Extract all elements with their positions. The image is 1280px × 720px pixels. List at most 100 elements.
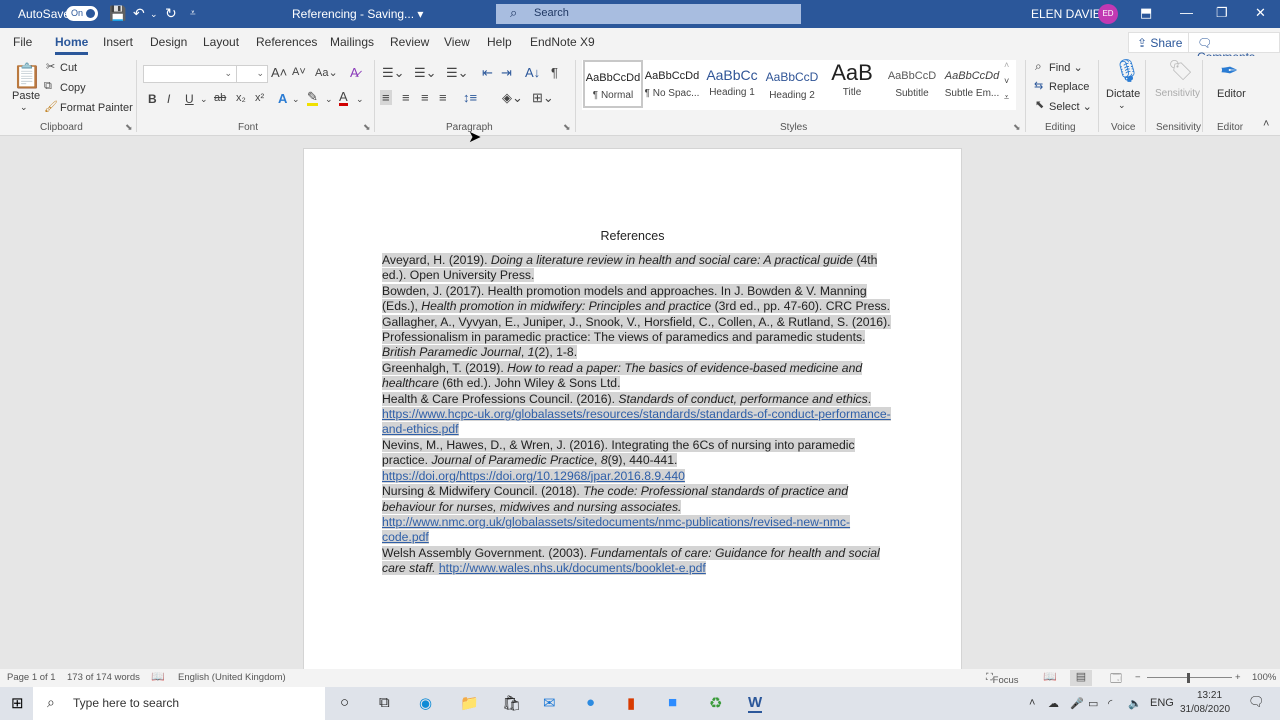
comments-button[interactable]: 🗨 Comments <box>1188 32 1280 64</box>
read-mode-icon[interactable]: 📖 <box>1043 670 1057 683</box>
paste-icon[interactable]: 📋 <box>12 62 42 91</box>
customize-toolbar-icon[interactable]: ⩡ <box>190 8 196 19</box>
reference-link[interactable]: https://doi.org/https://doi.org/10.12968… <box>382 469 685 483</box>
ribbon-display-options-icon[interactable]: ⬒ <box>1140 5 1152 21</box>
undo-dropdown-icon[interactable]: ⌄ <box>150 9 158 20</box>
tab-help[interactable]: Help <box>487 35 512 49</box>
paragraph-launcher-icon[interactable]: ⬊ <box>563 122 571 133</box>
minimize-icon[interactable]: — <box>1180 5 1193 20</box>
word-count[interactable]: 173 of 174 words <box>67 672 140 683</box>
wifi-icon[interactable]: ◜ <box>1108 697 1112 710</box>
reference-link[interactable]: https://www.hcpc-uk.org/globalassets/res… <box>382 407 891 436</box>
format-painter-button[interactable]: Format Painter <box>60 102 133 114</box>
styles-more-icon[interactable]: ⩡ <box>1004 92 1009 103</box>
clock-date[interactable]: 31/08/2020 <box>1180 704 1230 715</box>
restore-icon[interactable]: ❐ <box>1216 5 1228 21</box>
numbering-icon[interactable]: ☰⌄ <box>414 65 437 81</box>
line-spacing-icon[interactable]: ↕≡ <box>463 90 477 105</box>
clipboard-launcher-icon[interactable]: ⬊ <box>125 122 133 133</box>
style-subtle-emphasis[interactable]: AaBbCcDd Subtle Em... <box>942 60 1002 108</box>
endnote-icon[interactable]: ♻ <box>709 694 722 712</box>
word-taskbar-icon[interactable]: W <box>748 694 763 713</box>
edge-icon[interactable]: ◉ <box>419 694 432 712</box>
document-page[interactable]: References Aveyard, H. (2019). Doing a l… <box>303 148 962 678</box>
notifications-icon[interactable]: 🗨 <box>1248 694 1265 710</box>
undo-icon[interactable]: ↶ <box>133 5 145 22</box>
replace-button[interactable]: Replace <box>1049 81 1089 93</box>
style-title[interactable]: AaB Title <box>822 60 882 108</box>
proofing-icon[interactable]: 📖 <box>151 670 165 683</box>
bold-icon[interactable]: B <box>148 92 157 106</box>
borders-icon[interactable]: ⊞⌄ <box>532 90 554 106</box>
dictate-dropdown-icon[interactable]: ⌄ <box>1118 100 1126 111</box>
microphone-tray-icon[interactable]: 🎤 <box>1070 697 1084 710</box>
decrease-indent-icon[interactable]: ⇤ <box>482 65 493 81</box>
store-icon[interactable]: 🛍 <box>502 694 521 712</box>
tab-endnote[interactable]: EndNote X9 <box>530 35 595 49</box>
bullets-icon[interactable]: ☰⌄ <box>382 65 405 81</box>
document-title[interactable]: Referencing - Saving... ▾ <box>292 7 423 21</box>
print-layout-icon[interactable]: ▤ <box>1070 670 1092 686</box>
tab-references[interactable]: References <box>256 35 317 49</box>
close-icon[interactable]: ✕ <box>1255 5 1266 21</box>
highlight-dropdown-icon[interactable]: ⌄ <box>325 94 333 105</box>
paste-button[interactable]: Paste <box>12 90 40 102</box>
file-explorer-icon[interactable]: 📁 <box>460 694 479 712</box>
increase-indent-icon[interactable]: ⇥ <box>501 65 512 81</box>
highlight-icon[interactable]: ✎ <box>307 90 318 106</box>
text-effects-dropdown-icon[interactable]: ⌄ <box>292 94 300 105</box>
align-right-icon[interactable]: ≡ <box>421 90 429 105</box>
style-heading-2[interactable]: AaBbCcD Heading 2 <box>762 60 822 108</box>
save-icon[interactable]: 💾 <box>109 5 126 22</box>
app-icon[interactable]: ● <box>586 694 595 711</box>
tab-design[interactable]: Design <box>150 35 187 49</box>
text-effects-icon[interactable]: A <box>278 91 287 106</box>
sort-icon[interactable]: A↓ <box>525 65 540 80</box>
input-language[interactable]: ENG <box>1150 697 1174 709</box>
show-formatting-icon[interactable]: ¶ <box>551 65 558 80</box>
align-left-icon[interactable]: ≡ <box>380 90 392 105</box>
tab-insert[interactable]: Insert <box>103 35 133 49</box>
tab-layout[interactable]: Layout <box>203 35 239 49</box>
task-view-icon[interactable]: ⧉ <box>379 694 390 711</box>
sensitivity-button[interactable]: Sensitivity <box>1155 88 1200 99</box>
shrink-font-icon[interactable]: A˅ <box>292 66 306 78</box>
mail-icon[interactable]: ✉ <box>543 694 556 712</box>
cortana-icon[interactable]: ○ <box>340 694 349 711</box>
style-subtitle[interactable]: AaBbCcD Subtitle <box>882 60 942 108</box>
search-input[interactable]: ⌕ Search <box>496 4 801 24</box>
office-icon[interactable]: ▮ <box>627 694 635 712</box>
style-heading-1[interactable]: AaBbCc Heading 1 <box>702 60 762 108</box>
underline-dropdown-icon[interactable]: ⌄ <box>200 94 208 105</box>
font-color-dropdown-icon[interactable]: ⌄ <box>356 94 364 105</box>
taskbar-search-input[interactable]: ⌕ Type here to search <box>33 687 325 720</box>
onedrive-icon[interactable]: ☁ <box>1048 697 1059 710</box>
redo-icon[interactable]: ↻ <box>165 5 177 22</box>
italic-icon[interactable]: I <box>167 92 170 106</box>
font-color-icon[interactable]: A <box>339 90 348 106</box>
select-button[interactable]: Select ⌄ <box>1049 100 1092 113</box>
style-no-spacing[interactable]: AaBbCcDd ¶ No Spac... <box>642 60 702 108</box>
share-button[interactable]: ⇪ Share <box>1128 32 1192 53</box>
autosave-toggle[interactable]: On <box>66 6 98 21</box>
volume-icon[interactable]: 🔈 <box>1128 697 1142 710</box>
paste-dropdown-icon[interactable]: ⌄ <box>20 102 28 113</box>
grow-font-icon[interactable]: A˄ <box>271 65 287 80</box>
font-launcher-icon[interactable]: ⬊ <box>363 122 371 133</box>
zoom-slider-thumb[interactable] <box>1187 673 1190 683</box>
tab-mailings[interactable]: Mailings <box>330 35 374 49</box>
styles-launcher-icon[interactable]: ⬊ <box>1013 122 1021 133</box>
reference-link[interactable]: http://www.wales.nhs.uk/documents/bookle… <box>439 561 706 575</box>
tab-file[interactable]: File <box>13 35 32 49</box>
dictate-button[interactable]: Dictate <box>1106 88 1140 100</box>
page-count[interactable]: Page 1 of 1 <box>7 672 56 683</box>
font-name-select[interactable]: ⌄ <box>143 65 237 83</box>
reference-link[interactable]: http://www.nmc.org.uk/globalassets/sited… <box>382 515 850 544</box>
align-center-icon[interactable]: ≡ <box>402 90 410 105</box>
editor-button[interactable]: Editor <box>1217 88 1246 100</box>
justify-icon[interactable]: ≡ <box>439 90 447 105</box>
tab-review[interactable]: Review <box>390 35 429 49</box>
clock-time[interactable]: 13:21 <box>1197 690 1222 701</box>
focus-mode-button[interactable]: ⛶ Focus <box>986 672 1019 686</box>
cut-button[interactable]: Cut <box>60 62 77 74</box>
